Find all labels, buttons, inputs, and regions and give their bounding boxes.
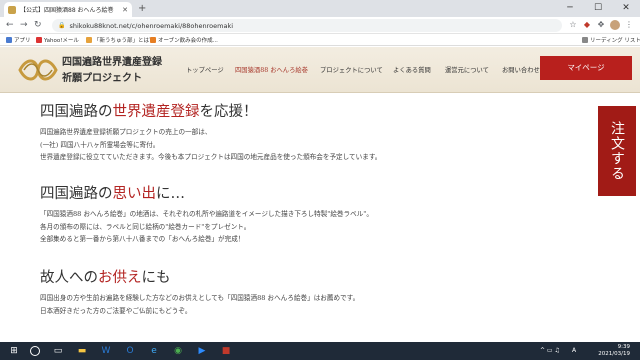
site-logo-icon[interactable] xyxy=(16,56,60,84)
forward-icon[interactable]: → xyxy=(20,19,28,31)
reading-list-icon xyxy=(582,37,588,43)
nav-operator[interactable]: 運営元について xyxy=(445,65,489,74)
nav-about-project[interactable]: プロジェクトについて xyxy=(320,65,383,74)
site-title-line2: 祈願プロジェクト xyxy=(62,73,142,84)
yahoo-icon xyxy=(36,37,42,43)
site-title-line1: 四国遍路世界遺産登録 xyxy=(62,57,162,68)
clock-time: 9:39 xyxy=(617,344,630,350)
tab-title: 【公式】四国猿酒88 おへんろ絵巻 xyxy=(20,7,114,14)
edge-icon[interactable]: e xyxy=(148,345,160,357)
url-text: shikoku88knot.net/c/ohenroemaki/88ohenro… xyxy=(69,21,234,30)
nav-faq[interactable]: よくある質問 xyxy=(393,65,431,74)
nav-contact[interactable]: お問い合わせ xyxy=(502,65,540,74)
minimize-icon[interactable]: ─ xyxy=(556,0,584,17)
section-text-offering: 四国出身の方や生前お遍路を経験した方などのお供えとしても「四国猿酒88 おへんろ… xyxy=(40,294,360,315)
bookmarks-bar: アプリ Yahoo!メール 「新うちゅう部」とは？ オーブン飲み会の作成... … xyxy=(0,34,640,46)
task-view-icon[interactable]: ▭ xyxy=(52,345,64,357)
word-icon[interactable]: W xyxy=(100,345,112,357)
reading-list[interactable]: リーディング リスト xyxy=(582,36,640,44)
url-input[interactable]: 🔒 shikoku88knot.net/c/ohenroemaki/88ohen… xyxy=(52,19,562,32)
bookmark-open-party[interactable]: オーブン飲み会の作成... xyxy=(150,36,218,44)
new-tab-icon[interactable]: + xyxy=(138,2,146,15)
window-close-icon[interactable]: ✕ xyxy=(612,0,640,17)
address-bar-row: ← → ↻ 🔒 shikoku88knot.net/c/ohenroemaki/… xyxy=(0,17,640,34)
browser-tab-strip: 【公式】四国猿酒88 おへんろ絵巻 ✕ + ─ ☐ ✕ xyxy=(0,0,640,17)
clock-date: 2021/03/19 xyxy=(598,351,630,357)
outlook-icon[interactable]: O xyxy=(124,345,136,357)
section-text-memories: 「四国猿酒88 おへんろ絵巻」の地酒は、それぞれの札所や遍路道をイメージした描き… xyxy=(40,210,373,243)
menu-icon[interactable]: ⋮ xyxy=(624,20,634,30)
bookmark-icon xyxy=(150,37,156,43)
nav-ohenro-emaki[interactable]: 四国猿酒88 おへんろ絵巻 xyxy=(235,65,308,74)
chrome-icon[interactable]: ◉ xyxy=(172,345,184,357)
tab-close-icon[interactable]: ✕ xyxy=(122,6,128,14)
bookmark-icon xyxy=(86,37,92,43)
search-icon[interactable] xyxy=(30,346,40,356)
taskbar: ⊞ ▭ ▬ W O e ◉ ▶ ■ ^ ▭ ♫ A 9:39 2021/03/1… xyxy=(0,342,640,360)
order-button[interactable]: 注文する xyxy=(598,106,636,196)
puzzle-icon[interactable]: ✥ xyxy=(596,20,606,30)
bookmark-apps[interactable]: アプリ xyxy=(6,36,31,44)
extension-icon[interactable]: ◆ xyxy=(582,20,592,30)
zoom-icon[interactable]: ▶ xyxy=(196,345,208,357)
browser-tab[interactable]: 【公式】四国猿酒88 おへんろ絵巻 ✕ xyxy=(4,2,132,17)
section-text-world-heritage: 四国遍路世界遺産登録祈願プロジェクトの売上の一部は、 (一社) 四国八十八ヶ所霊… xyxy=(40,128,382,161)
apps-icon xyxy=(6,37,12,43)
star-icon[interactable]: ☆ xyxy=(568,20,578,30)
maximize-icon[interactable]: ☐ xyxy=(584,0,612,17)
app-icon[interactable]: ■ xyxy=(220,345,232,357)
section-heading-world-heritage: 四国遍路の世界遺産登録を応援！ xyxy=(40,104,258,120)
tray-icons[interactable]: ^ ▭ ♫ xyxy=(540,347,560,354)
ime-icon[interactable]: A xyxy=(572,347,576,354)
nav-top[interactable]: トップページ xyxy=(186,65,224,74)
section-heading-memories: 四国遍路の思い出に… xyxy=(40,186,185,202)
avatar[interactable] xyxy=(610,20,620,30)
file-explorer-icon[interactable]: ▬ xyxy=(76,345,88,357)
taskbar-clock[interactable]: 9:39 2021/03/19 xyxy=(598,344,630,358)
bookmark-yahoo-mail[interactable]: Yahoo!メール xyxy=(36,36,79,44)
back-icon[interactable]: ← xyxy=(6,19,14,31)
site-title[interactable]: 四国遍路世界遺産登録 祈願プロジェクト xyxy=(62,56,162,85)
mypage-button[interactable]: マイページ xyxy=(540,56,632,80)
site-favicon-icon xyxy=(8,5,16,14)
section-heading-offering: 故人へのお供えにも xyxy=(40,270,171,286)
windows-start-icon[interactable]: ⊞ xyxy=(8,345,20,357)
reload-icon[interactable]: ↻ xyxy=(34,19,42,31)
bookmark-uchubu[interactable]: 「新うちゅう部」とは？ xyxy=(86,36,155,44)
lock-icon: 🔒 xyxy=(58,22,66,29)
